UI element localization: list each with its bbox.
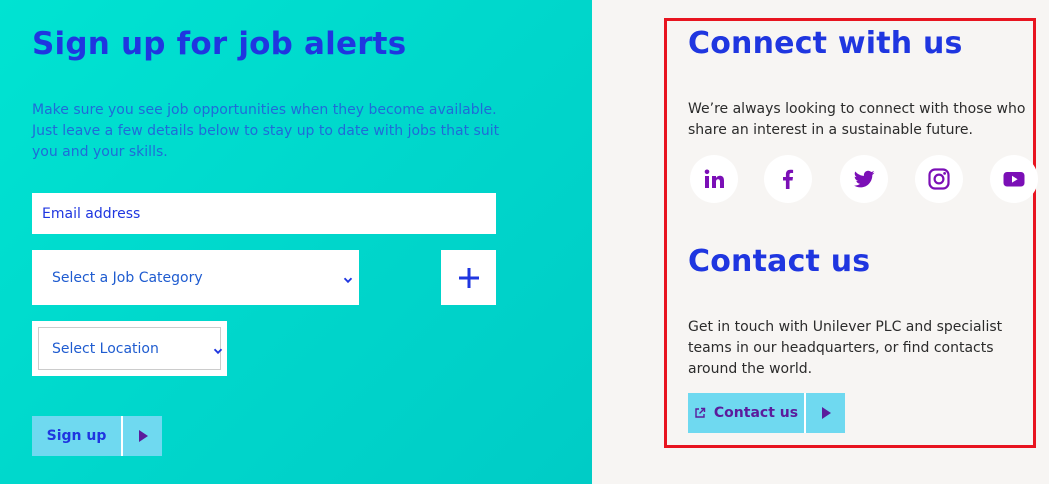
add-job-category-button[interactable]	[441, 250, 496, 305]
contact-title: Contact us	[688, 244, 871, 279]
contact-us-button[interactable]: Contact us	[688, 393, 845, 433]
job-alerts-panel	[0, 0, 592, 484]
signup-button[interactable]: Sign up	[32, 416, 162, 456]
location-value: Select Location	[52, 340, 159, 357]
chevron-down-icon	[343, 273, 353, 283]
email-field[interactable]: Email address	[32, 193, 496, 234]
play-arrow-icon	[804, 393, 845, 433]
signup-label: Sign up	[46, 428, 107, 444]
contact-us-label-wrap: Contact us	[688, 393, 804, 433]
contact-description: Get in touch with Unilever PLC and speci…	[688, 319, 1003, 377]
facebook-icon[interactable]	[764, 155, 812, 203]
connect-description: We’re always looking to connect with tho…	[688, 101, 1026, 138]
chevron-down-icon	[213, 344, 223, 354]
youtube-icon[interactable]	[990, 155, 1038, 203]
plus-icon	[458, 267, 479, 288]
highlight-frame	[664, 18, 1036, 448]
connect-title: Connect with us	[688, 26, 963, 61]
job-category-value: Select a Job Category	[52, 269, 203, 286]
linkedin-icon[interactable]	[690, 155, 738, 203]
instagram-icon[interactable]	[915, 155, 963, 203]
job-alerts-description: Make sure you see job opportunities when…	[32, 102, 500, 160]
job-alerts-title: Sign up for job alerts	[32, 26, 407, 62]
email-placeholder: Email address	[42, 205, 141, 222]
external-link-icon	[695, 407, 706, 418]
twitter-icon[interactable]	[840, 155, 888, 203]
job-category-select[interactable]: Select a Job Category	[32, 250, 359, 305]
play-arrow-icon	[121, 416, 162, 456]
contact-us-label: Contact us	[713, 405, 799, 421]
location-select[interactable]: Select Location	[32, 321, 227, 376]
